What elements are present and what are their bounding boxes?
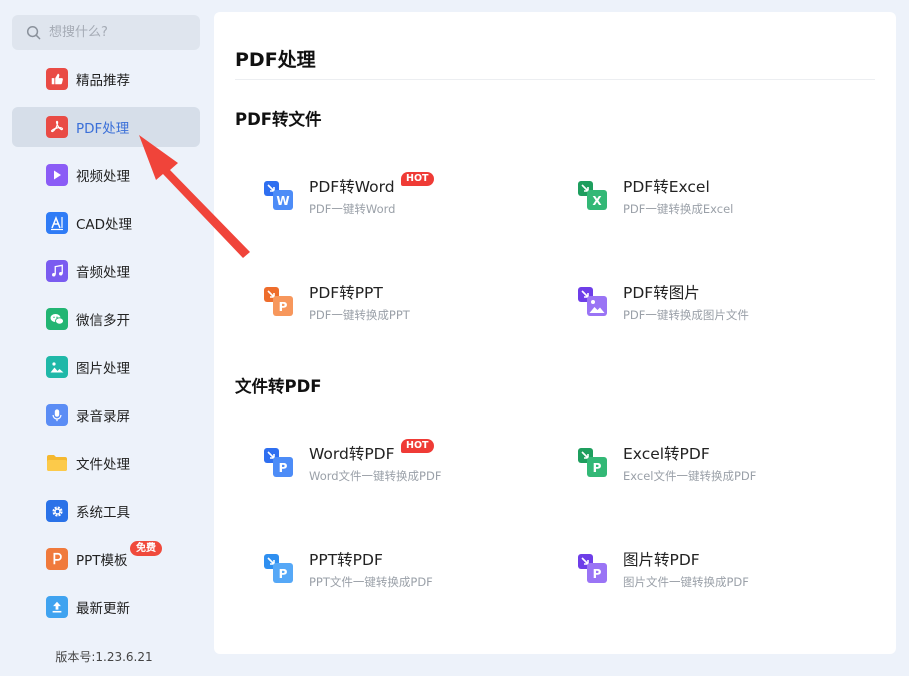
sidebar-item-cad[interactable]: CAD处理	[12, 203, 200, 243]
ppt-icon	[46, 548, 68, 570]
section-title-file-to-pdf: 文件转PDF	[235, 377, 322, 396]
version-label: 版本号:1.23.6.21	[55, 650, 153, 664]
section-title-pdf-to-file: PDF转文件	[235, 110, 322, 129]
search-input[interactable]	[49, 25, 189, 40]
ppt-to-pdf-icon: P	[264, 554, 293, 583]
thumbs-up-icon	[46, 68, 68, 90]
title-divider	[235, 79, 875, 80]
card-subtitle: Excel文件一键转换成PDF	[623, 469, 757, 483]
free-badge: 免费	[130, 541, 162, 556]
card-title: Word转PDF	[309, 445, 395, 463]
card-ppt-to-pdf[interactable]: P PPT转PDF PPT文件一键转换成PDF	[263, 551, 533, 609]
card-title: PDF转Word	[309, 178, 395, 196]
sidebar-item-label: 图片处理	[76, 361, 130, 377]
sidebar-item-label: 系统工具	[76, 505, 130, 521]
upload-icon	[46, 596, 68, 618]
search-icon	[26, 25, 41, 40]
card-subtitle: 图片文件一键转换成PDF	[623, 575, 749, 589]
sidebar-item-label: PDF处理	[76, 121, 130, 137]
card-image-to-pdf[interactable]: P 图片转PDF 图片文件一键转换成PDF	[577, 551, 847, 609]
card-subtitle: PDF一键转换成PPT	[309, 308, 410, 322]
sidebar-item-label: CAD处理	[76, 217, 133, 233]
pdf-to-excel-icon: X	[578, 181, 607, 210]
card-subtitle: PDF一键转换成图片文件	[623, 308, 749, 322]
sidebar-item-label: 文件处理	[76, 457, 130, 473]
svg-text:P: P	[279, 461, 288, 475]
sidebar-item-system-tools[interactable]: 系统工具	[12, 491, 200, 531]
excel-to-pdf-icon: P	[578, 448, 607, 477]
search-box[interactable]	[12, 15, 200, 50]
svg-text:X: X	[592, 194, 602, 208]
play-icon	[46, 164, 68, 186]
image-icon	[46, 356, 68, 378]
word-to-pdf-icon: P	[264, 448, 293, 477]
gear-icon	[46, 500, 68, 522]
music-note-icon	[46, 260, 68, 282]
sidebar-item-wechat[interactable]: 微信多开	[12, 299, 200, 339]
pdf-to-ppt-icon: P	[264, 287, 293, 316]
sidebar-item-recommended[interactable]: 精品推荐	[12, 59, 200, 99]
card-subtitle: PDF一键转换成Excel	[623, 202, 734, 216]
sidebar-item-label: PPT模板	[76, 553, 128, 569]
card-pdf-to-image[interactable]: PDF转图片 PDF一键转换成图片文件	[577, 284, 847, 342]
svg-text:P: P	[279, 300, 288, 314]
card-title: PDF转图片	[623, 284, 700, 302]
wechat-icon	[46, 308, 68, 330]
main-panel: PDF处理 PDF转文件 W PDF转Word HOT PDF一键转Word X…	[214, 12, 896, 654]
sidebar-item-pdf[interactable]: PDF处理	[12, 107, 200, 147]
sidebar-item-image[interactable]: 图片处理	[12, 347, 200, 387]
sidebar-item-latest-updates[interactable]: 最新更新	[12, 587, 200, 627]
sidebar-item-label: 最新更新	[76, 601, 130, 617]
card-pdf-to-word[interactable]: W PDF转Word HOT PDF一键转Word	[263, 172, 533, 236]
card-excel-to-pdf[interactable]: P Excel转PDF Excel文件一键转换成PDF	[577, 445, 847, 503]
page-title: PDF处理	[235, 49, 316, 71]
sidebar-item-recorder[interactable]: 录音录屏	[12, 395, 200, 435]
sidebar-item-video[interactable]: 视频处理	[12, 155, 200, 195]
sidebar-item-label: 视频处理	[76, 169, 130, 185]
svg-text:P: P	[279, 567, 288, 581]
card-subtitle: PPT文件一键转换成PDF	[309, 575, 433, 589]
svg-text:P: P	[593, 567, 602, 581]
pdf-icon	[46, 116, 68, 138]
svg-text:W: W	[276, 194, 289, 208]
pdf-to-word-icon: W	[264, 181, 293, 210]
microphone-icon	[46, 404, 68, 426]
card-subtitle: Word文件一键转换成PDF	[309, 469, 442, 483]
sidebar-item-label: 音频处理	[76, 265, 130, 281]
hot-badge: HOT	[401, 439, 434, 453]
card-title: PDF转PPT	[309, 284, 383, 302]
sidebar-item-file[interactable]: 文件处理	[12, 443, 200, 483]
card-title: Excel转PDF	[623, 445, 710, 463]
sidebar: 精品推荐 PDF处理 视频处理 CAD处理 音频处理 微信多开	[0, 0, 212, 676]
sidebar-item-ppt-template[interactable]: PPT模板 免费	[12, 539, 200, 579]
sidebar-item-label: 精品推荐	[76, 73, 130, 89]
card-title: PDF转Excel	[623, 178, 710, 196]
card-title: 图片转PDF	[623, 551, 700, 569]
sidebar-item-label: 微信多开	[76, 313, 130, 329]
image-to-pdf-icon: P	[578, 554, 607, 583]
pdf-to-image-icon	[578, 287, 607, 316]
sidebar-item-label: 录音录屏	[76, 409, 130, 425]
sidebar-item-audio[interactable]: 音频处理	[12, 251, 200, 291]
card-pdf-to-excel[interactable]: X PDF转Excel PDF一键转换成Excel	[577, 178, 847, 236]
card-subtitle: PDF一键转Word	[309, 202, 396, 216]
hot-badge: HOT	[401, 172, 434, 186]
card-pdf-to-ppt[interactable]: P PDF转PPT PDF一键转换成PPT	[263, 284, 533, 342]
svg-text:P: P	[593, 461, 602, 475]
card-title: PPT转PDF	[309, 551, 383, 569]
cad-icon	[46, 212, 68, 234]
folder-icon	[46, 452, 68, 474]
card-word-to-pdf[interactable]: P Word转PDF HOT Word文件一键转换成PDF	[263, 439, 533, 503]
